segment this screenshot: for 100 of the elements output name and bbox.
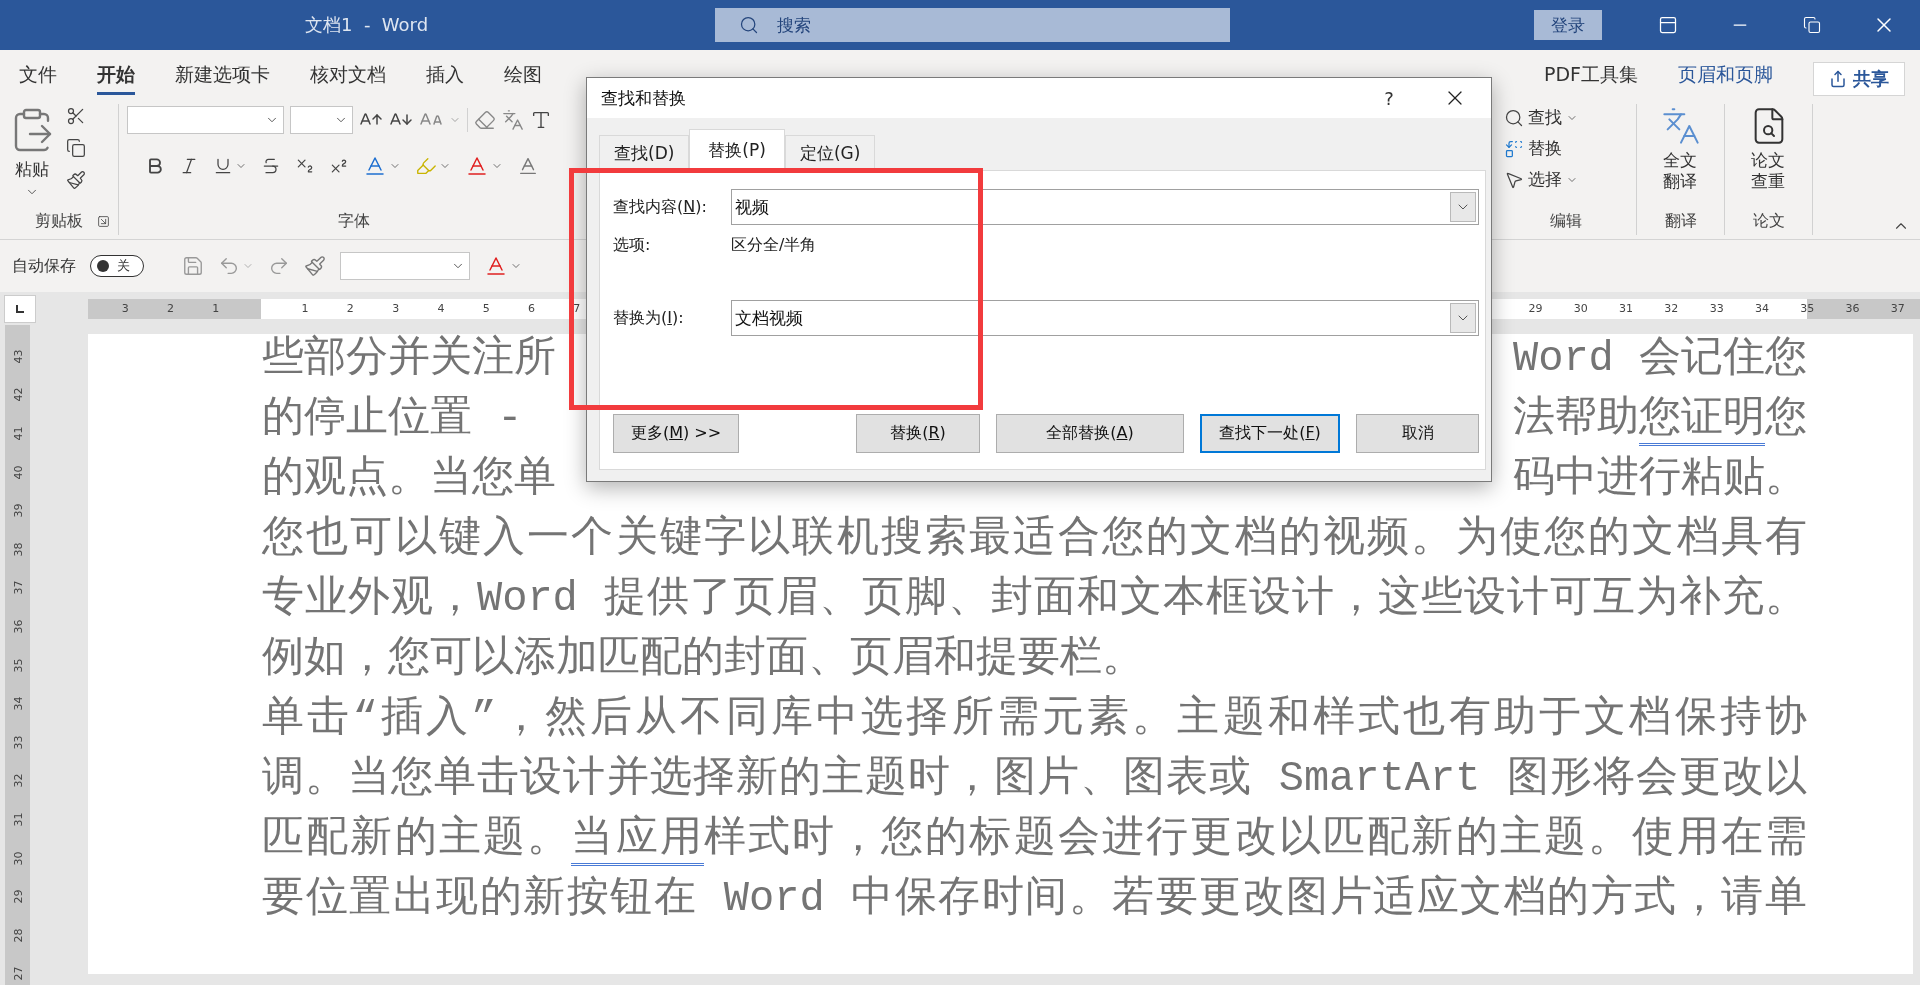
document-line: 调。当您单击设计并选择新的主题时，图片、图表或 SmartArt 图形将会更改以 <box>262 753 1807 805</box>
ruler-number: 42 <box>11 387 24 402</box>
dialog-tab[interactable]: 查找(D) <box>599 135 690 171</box>
restore-icon[interactable] <box>1803 16 1821 34</box>
autosave-toggle[interactable]: 关 <box>90 255 144 277</box>
dialog-button[interactable]: 查找下一处(F) <box>1200 414 1340 453</box>
group-label: 剪贴板 <box>35 210 83 232</box>
replace-field[interactable]: 文档视频 <box>731 300 1479 336</box>
font-color-icon[interactable] <box>465 154 489 178</box>
dialog-button[interactable]: 替换(R) <box>856 414 980 453</box>
ribbon-tab[interactable]: 页眉和页脚 <box>1678 62 1773 95</box>
search-field[interactable]: 搜索 <box>715 8 1230 42</box>
find-button[interactable]: 查找 <box>1528 106 1562 129</box>
paper-check-button[interactable]: 论文查重 <box>1749 150 1788 193</box>
ribbon-tab[interactable]: 新建选项卡 <box>175 62 270 95</box>
ribbon-tab[interactable]: 开始 <box>97 62 135 95</box>
ruler-number: 37 <box>1889 302 1906 315</box>
group-label: 字体 <box>338 210 370 232</box>
strikethrough-icon[interactable] <box>261 156 281 176</box>
ruler-number: 38 <box>11 542 24 557</box>
ribbon-tab[interactable]: 插入 <box>426 62 464 95</box>
ruler-number: 39 <box>11 503 24 518</box>
font-name-field[interactable] <box>127 106 284 134</box>
copy-icon[interactable] <box>66 138 86 158</box>
ruler-number: 3 <box>391 302 401 315</box>
share-button[interactable]: 共享 <box>1813 62 1905 96</box>
ruler-number: 28 <box>11 928 24 943</box>
ruler-number: 36 <box>1844 302 1861 315</box>
dialog-button[interactable]: 取消 <box>1356 414 1479 453</box>
document-text: 的停止位置 - <box>262 394 523 445</box>
dialog-launcher-icon[interactable] <box>97 215 110 228</box>
ribbon-tab[interactable]: 绘图 <box>504 62 542 95</box>
search-icon[interactable] <box>1504 107 1524 128</box>
dialog-tab[interactable]: 定位(G) <box>784 135 876 171</box>
underline-icon[interactable] <box>213 156 233 176</box>
dialog-button[interactable]: 更多(M) >> <box>613 414 739 453</box>
group-label: 论文 <box>1752 210 1785 232</box>
ruler-number: 37 <box>11 580 24 595</box>
ribbon-tab[interactable]: 核对文档 <box>310 62 386 95</box>
text-effect-icon[interactable] <box>363 154 387 178</box>
dialog-title: 查找和替换 <box>601 86 686 110</box>
ruler-number: 34 <box>1753 302 1770 315</box>
font-color-icon[interactable] <box>484 254 508 278</box>
ruler-number: 40 <box>11 465 24 480</box>
style-field[interactable] <box>340 252 470 280</box>
ribbon-tab[interactable]: PDF工具集 <box>1543 62 1638 95</box>
find-field[interactable]: 视频 <box>731 189 1479 225</box>
document-text: 码中进行粘贴。 <box>1513 454 1807 505</box>
ruler-number: 31 <box>11 812 24 827</box>
ruler-number: 29 <box>1527 302 1544 315</box>
translate-icon[interactable] <box>1660 106 1701 146</box>
ruler-number: 4 <box>436 302 446 315</box>
redo-icon[interactable] <box>268 255 290 277</box>
document-line: 匹配新的主题。当应用样式时，您的标题会进行更改以匹配新的主题。使用在需 <box>262 809 1807 869</box>
tab-stop-selector[interactable] <box>4 294 36 323</box>
document-line: 您也可以键入一个关键字以联机搜索最适合您的文档的视频。为使您的文档具有 <box>262 513 1807 565</box>
select-button[interactable]: 选择 <box>1528 168 1562 191</box>
ruler-number: 41 <box>11 426 24 441</box>
dialog-tab[interactable]: 替换(P) <box>689 129 785 171</box>
ribbon-tab[interactable]: 文件 <box>19 62 57 95</box>
ruler-number: 1 <box>300 302 310 315</box>
ruler-number: 5 <box>481 302 491 315</box>
paintbrush-icon[interactable] <box>66 170 86 190</box>
scissors-icon[interactable] <box>66 106 86 126</box>
ruler-number: 33 <box>1708 302 1725 315</box>
options-text: 区分全/半角 <box>731 234 817 256</box>
clear-format-icon[interactable] <box>474 109 496 131</box>
document-line: 要位置出现的新按钮在 Word 中保存时间。若要更改图片适应文档的方式，请单 <box>262 873 1807 925</box>
ruler-number: 30 <box>11 851 24 865</box>
replace-icon[interactable] <box>1504 138 1524 159</box>
ribbon-display-icon[interactable] <box>1658 15 1678 35</box>
paste-button[interactable]: 粘贴 <box>15 158 49 181</box>
ruler-number: 36 <box>11 619 24 634</box>
document-text: 些部分并关注所 <box>262 334 556 385</box>
shading-icon[interactable] <box>517 155 539 177</box>
font-size-field[interactable] <box>290 106 353 134</box>
save-icon[interactable] <box>182 255 204 277</box>
field-label: 替换为(I): <box>613 307 685 329</box>
group-label: 翻译 <box>1664 210 1697 232</box>
dialog-button[interactable]: 全部替换(A) <box>996 414 1184 453</box>
help-button[interactable]: ? <box>1359 86 1419 110</box>
ruler-number: 32 <box>1663 302 1680 315</box>
document-text: Word 会记住您 <box>1512 334 1807 385</box>
undo-icon[interactable] <box>218 255 240 277</box>
document-text: 的观点。当您单 <box>262 454 556 505</box>
field-label: 查找内容(N): <box>613 196 708 218</box>
group-label: 编辑 <box>1550 210 1582 232</box>
ruler-number: 30 <box>1572 302 1589 315</box>
paintbrush-icon[interactable] <box>304 255 326 277</box>
ruler-number: 34 <box>11 696 24 711</box>
ruler-number: 31 <box>1618 302 1635 315</box>
ruler-number: 2 <box>165 302 175 315</box>
ruler-number: 35 <box>1799 302 1816 315</box>
translate-button[interactable]: 全文翻译 <box>1661 150 1700 193</box>
ruler-number: 6 <box>527 302 536 315</box>
replace-button[interactable]: 替换 <box>1528 137 1562 160</box>
sign-in-button[interactable]: 登录 <box>1534 10 1602 40</box>
ruler-number: 32 <box>11 773 24 788</box>
ruler-number: 3 <box>120 302 130 315</box>
document-line: 例如，您可以添加匹配的封面、页眉和提要栏。 <box>262 634 1145 685</box>
